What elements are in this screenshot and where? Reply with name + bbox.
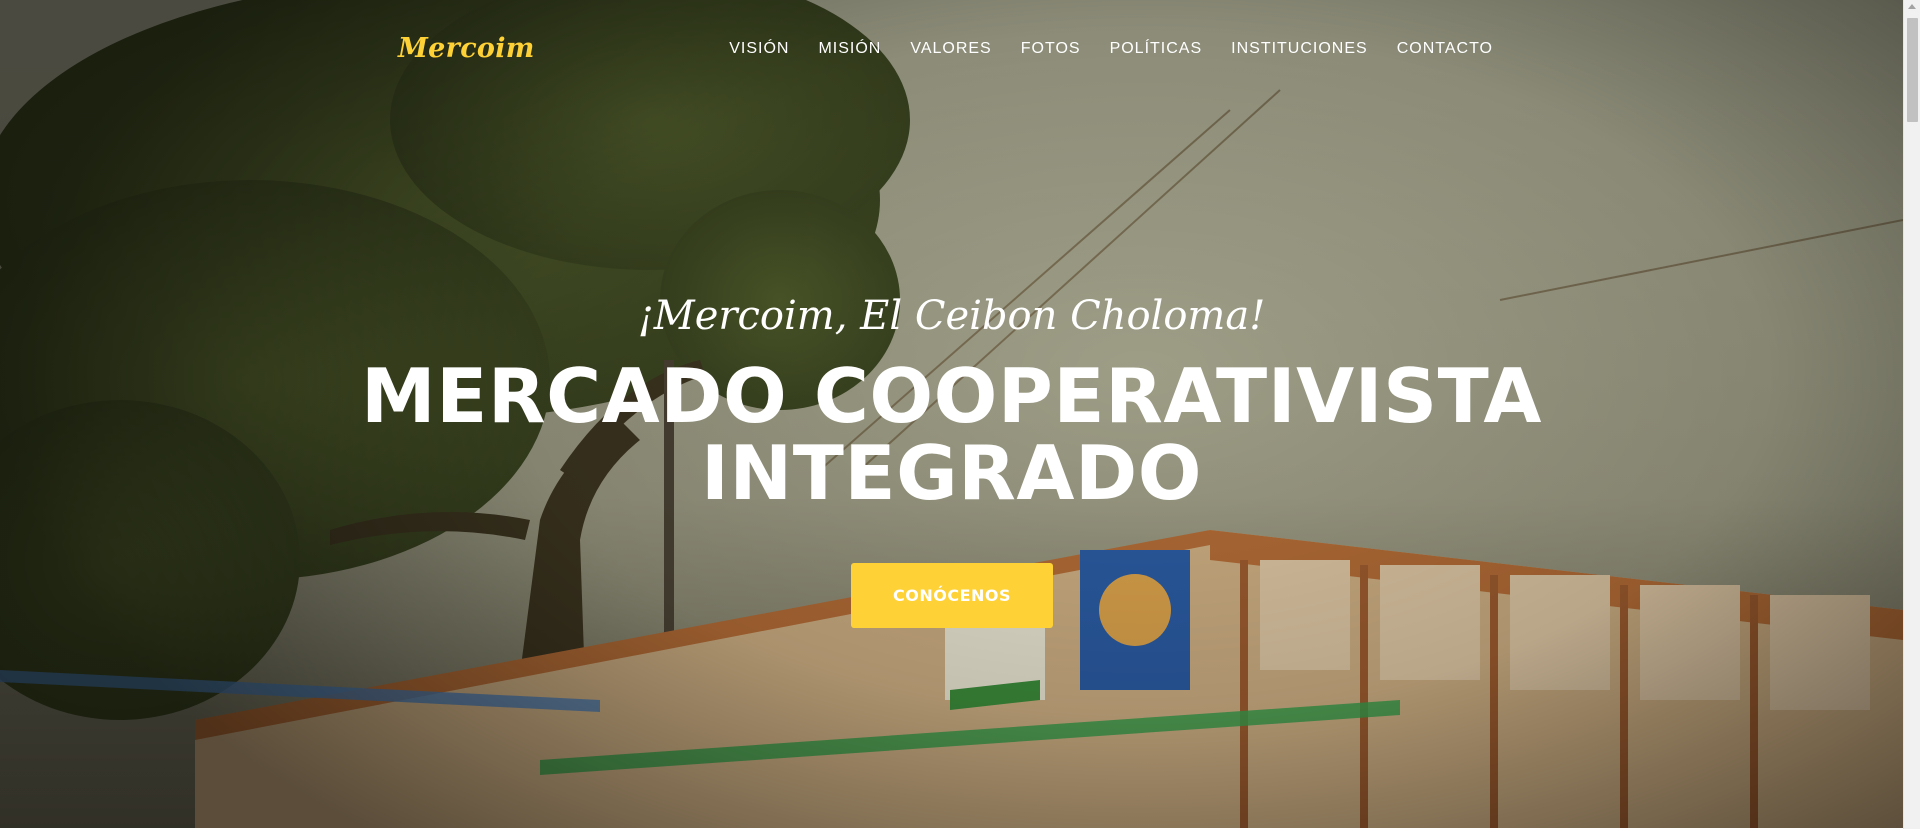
nav-item-mision[interactable]: MISIÓN <box>804 40 896 58</box>
nav-item-politicas[interactable]: POLÍTICAS <box>1095 40 1217 58</box>
scrollbar-thumb[interactable] <box>1907 18 1918 122</box>
hero-lead-text: ¡Mercoim, El Ceibon Choloma! <box>637 293 1266 339</box>
hero-headline: MERCADO COOPERATIVISTA INTEGRADO <box>0 358 1903 512</box>
nav-item-valores[interactable]: VALORES <box>896 40 1006 58</box>
nav-item-contacto[interactable]: CONTACTO <box>1382 40 1493 58</box>
nav-item-instituciones[interactable]: INSTITUCIONES <box>1217 40 1383 58</box>
scroll-up-arrow-icon[interactable] <box>1908 4 1916 9</box>
nav-menu: VISIÓN MISIÓN VALORES FOTOS POLÍTICAS IN… <box>715 40 1493 58</box>
conocenos-button[interactable]: CONÓCENOS <box>851 563 1053 628</box>
hero-section: Mercoim VISIÓN MISIÓN VALORES FOTOS POLÍ… <box>0 0 1903 828</box>
hero-headline-line-1: MERCADO COOPERATIVISTA <box>361 352 1542 440</box>
nav-item-fotos[interactable]: FOTOS <box>1006 40 1095 58</box>
vertical-scrollbar[interactable] <box>1903 0 1920 829</box>
brand-logo[interactable]: Mercoim <box>398 33 535 64</box>
hero-headline-line-2: INTEGRADO <box>701 429 1202 517</box>
nav-item-vision[interactable]: VISIÓN <box>715 40 804 58</box>
top-navigation: Mercoim VISIÓN MISIÓN VALORES FOTOS POLÍ… <box>0 0 1903 100</box>
